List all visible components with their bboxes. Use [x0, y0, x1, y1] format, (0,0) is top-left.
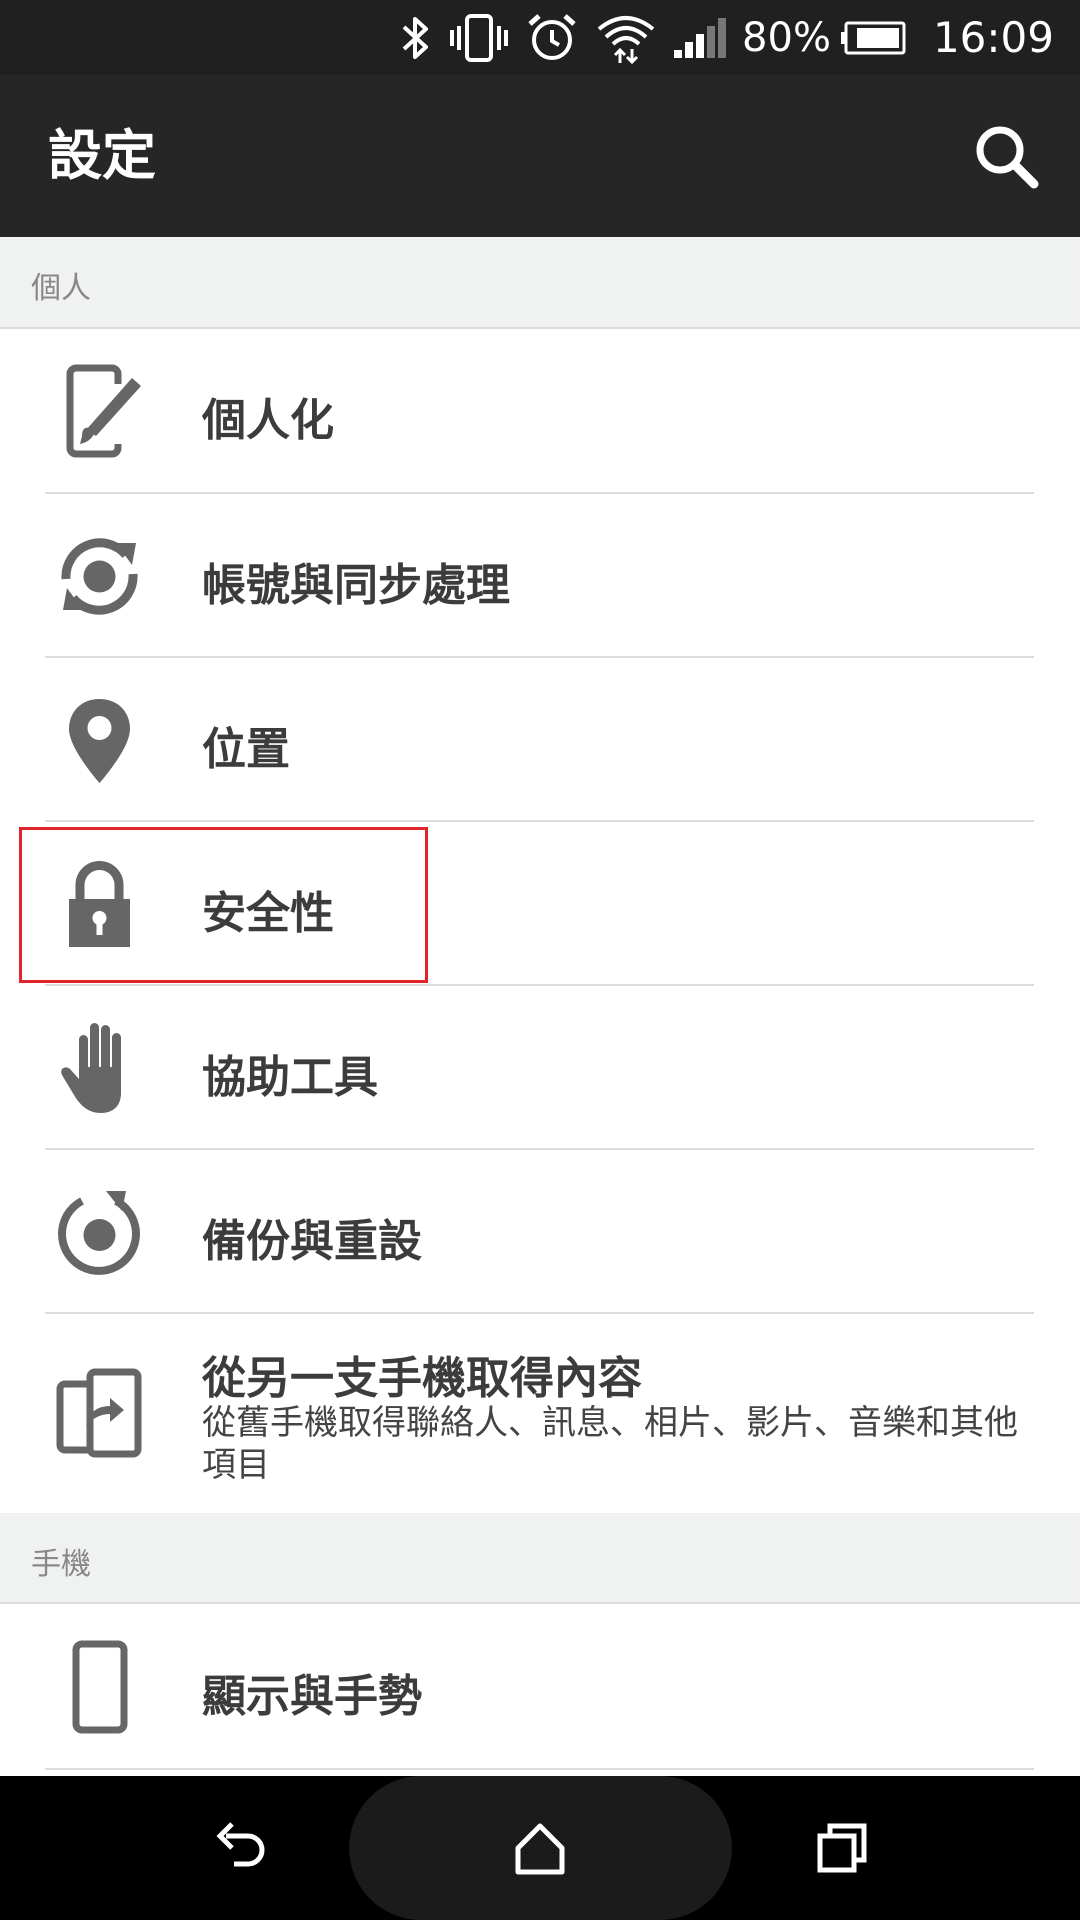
recents-icon[interactable]: [806, 1812, 878, 1884]
item-label: 備份與重設: [202, 1216, 422, 1267]
item-label: 顯示與手勢: [202, 1671, 422, 1722]
settings-item-accessibility[interactable]: 協助工具: [0, 986, 1080, 1150]
section-header-phone: 手機: [0, 1513, 1080, 1604]
item-description: 從舊手機取得聯絡人、訊息、相片、影片、音樂和其他項目: [202, 1403, 1018, 1485]
vibrate-icon: [450, 12, 509, 64]
item-label: 協助工具: [202, 1052, 378, 1103]
battery-icon: [840, 21, 907, 55]
location-pin-icon: [52, 693, 147, 788]
navigation-bar: [0, 1776, 1080, 1920]
transfer-phone-icon: [52, 1366, 147, 1461]
item-label: 個人化: [202, 395, 334, 446]
alarm-icon: [526, 12, 578, 64]
settings-item-display-gestures[interactable]: 顯示與手勢: [0, 1604, 1080, 1770]
section-label: 個人: [31, 271, 91, 306]
wifi-icon: [596, 11, 656, 65]
settings-item-backup-reset[interactable]: 備份與重設: [0, 1150, 1080, 1314]
app-bar: 設定: [0, 75, 1080, 237]
back-icon[interactable]: [206, 1812, 278, 1884]
backup-icon: [52, 1185, 147, 1280]
settings-item-location[interactable]: 位置: [0, 658, 1080, 822]
hand-icon: [52, 1021, 147, 1116]
section-label: 手機: [31, 1547, 91, 1582]
home-icon[interactable]: [504, 1812, 576, 1884]
settings-item-transfer[interactable]: 從另一支手機取得內容 從舊手機取得聯絡人、訊息、相片、影片、音樂和其他項目: [0, 1314, 1080, 1513]
status-bar: 80% 16:09: [0, 0, 1080, 75]
page-title: 設定: [48, 124, 156, 187]
clock: 16:09: [932, 13, 1054, 62]
signal-icon: [674, 17, 728, 58]
settings-item-accounts-sync[interactable]: 帳號與同步處理: [0, 494, 1080, 658]
item-label: 帳號與同步處理: [202, 560, 510, 611]
settings-item-personalization[interactable]: 個人化: [0, 329, 1080, 494]
battery-percent: 80%: [742, 14, 831, 61]
bluetooth-icon: [398, 13, 432, 63]
sync-icon: [52, 529, 147, 624]
section-header-personal: 個人: [0, 237, 1080, 329]
item-label: 位置: [202, 724, 290, 775]
search-icon[interactable]: [970, 120, 1042, 192]
divider: [45, 1768, 1034, 1770]
highlight-box: [19, 827, 428, 983]
phone-display-icon: [52, 1640, 147, 1735]
item-label: 從另一支手機取得內容: [202, 1353, 642, 1404]
personalize-icon: [52, 364, 147, 459]
